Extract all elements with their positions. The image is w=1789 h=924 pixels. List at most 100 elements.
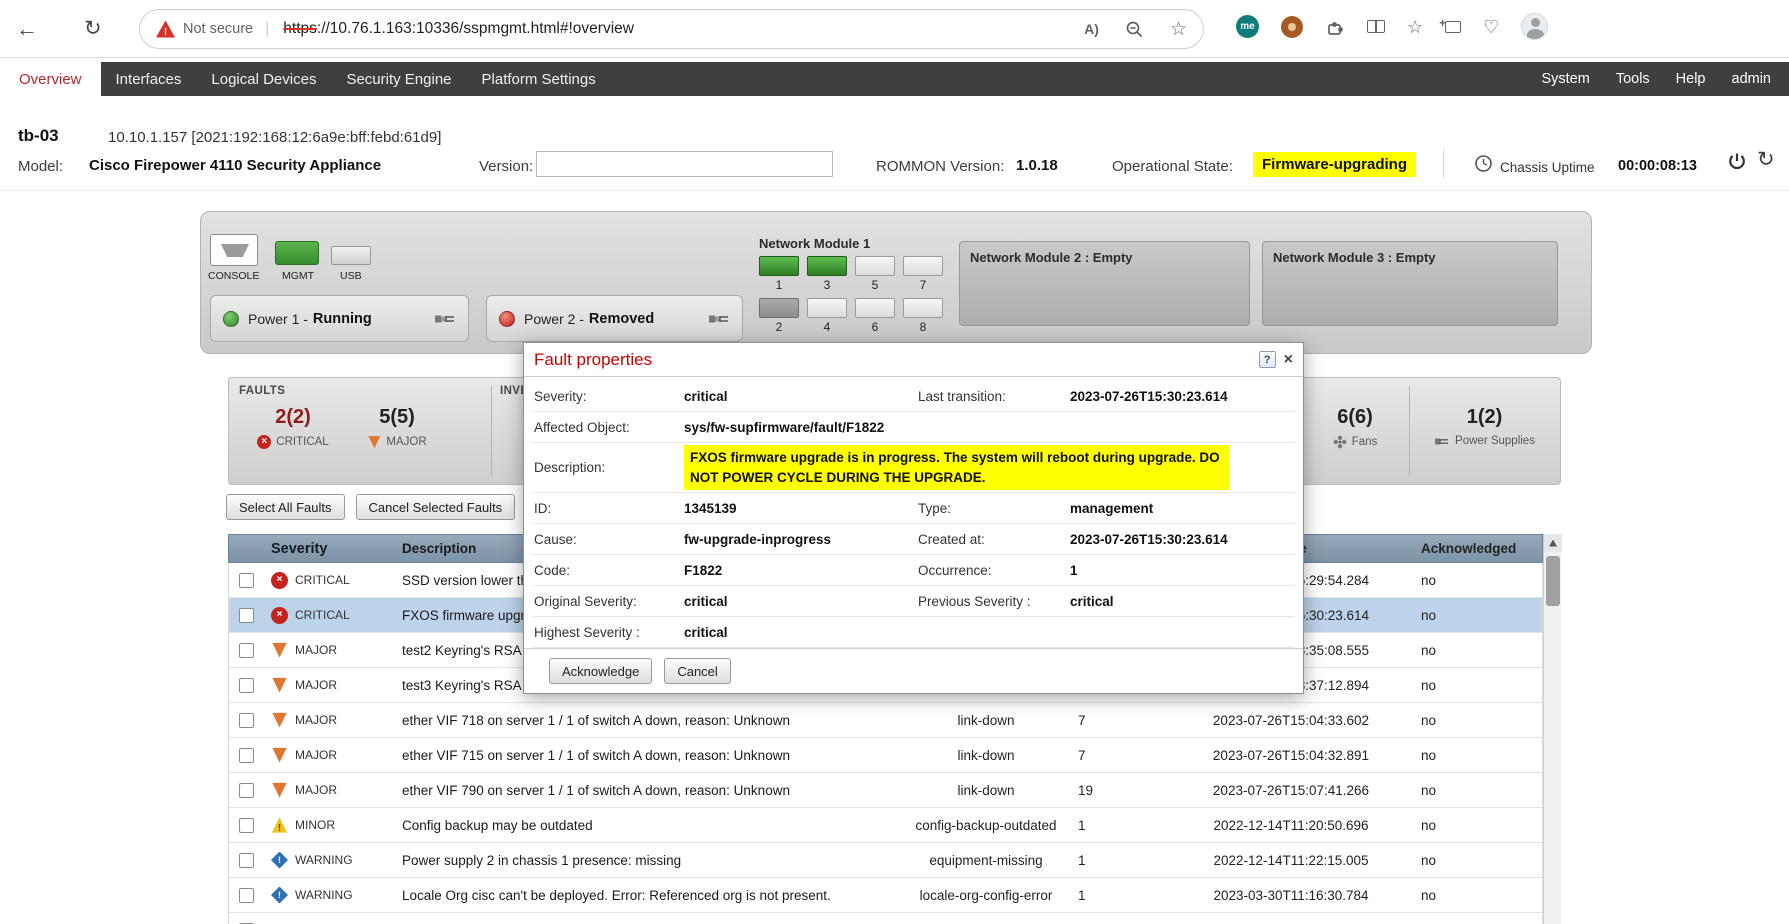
- url-text[interactable]: https://10.76.1.163:10336/sspmgmt.html#!…: [283, 20, 634, 38]
- network-module-2[interactable]: Network Module 2 : Empty: [959, 241, 1250, 326]
- browser-refresh-icon[interactable]: ↻: [84, 16, 102, 42]
- nav-tab-interfaces[interactable]: Interfaces: [101, 62, 197, 96]
- fault-time: [1181, 913, 1401, 924]
- fault-table-row[interactable]: MAJORether VIF 790 on server 1 / 1 of sw…: [229, 773, 1542, 808]
- port-3[interactable]: [807, 256, 847, 276]
- console-port-icon[interactable]: [210, 234, 258, 266]
- fault-occurrence: 7: [1066, 703, 1181, 737]
- nav-admin[interactable]: admin: [1732, 71, 1772, 87]
- select-all-faults-button[interactable]: Select All Faults: [226, 494, 345, 520]
- severity-label: MINOR: [295, 818, 335, 832]
- extension-icon[interactable]: [1281, 16, 1303, 38]
- fault-table-row[interactable]: WARNINGLocale Org cisc can't be deployed…: [229, 878, 1542, 913]
- major-faults-summary[interactable]: 5(5) MAJOR: [351, 406, 443, 449]
- header-severity[interactable]: Severity: [264, 535, 396, 562]
- screen: ← ↻ ! Not secure | https://10.76.1.163:1…: [0, 0, 1789, 924]
- favorite-star-icon[interactable]: ☆: [1170, 18, 1187, 41]
- system-reload-icon[interactable]: ↻: [1757, 147, 1775, 172]
- nav-system[interactable]: System: [1541, 71, 1589, 87]
- fault-table-row[interactable]: WARNINGPower supply 2 in chassis 1 prese…: [229, 843, 1542, 878]
- power-supply-1[interactable]: Power 1 - Running: [210, 295, 469, 342]
- port-6[interactable]: [855, 298, 895, 318]
- fault-table-row[interactable]: [229, 913, 1542, 924]
- row-checkbox[interactable]: [239, 643, 254, 658]
- split-screen-icon[interactable]: [1367, 20, 1385, 33]
- fault-acknowledged: no: [1401, 878, 1542, 912]
- field-label: ID:: [534, 501, 684, 516]
- header-separator-line: [0, 190, 1789, 191]
- nav-tools[interactable]: Tools: [1616, 71, 1650, 87]
- severity-cell: MAJOR: [264, 633, 396, 667]
- fault-field-row: Description:FXOS firmware upgrade is in …: [532, 443, 1295, 493]
- operational-state-value: Firmware-upgrading: [1253, 152, 1416, 177]
- power-button-icon[interactable]: [1727, 151, 1747, 171]
- nav-help[interactable]: Help: [1676, 71, 1706, 87]
- power-supplies-summary[interactable]: 1(2) Power Supplies: [1417, 406, 1552, 447]
- fault-table-row[interactable]: MINORConfig backup may be outdatedconfig…: [229, 808, 1542, 843]
- row-checkbox[interactable]: [239, 608, 254, 623]
- dialog-help-icon[interactable]: ?: [1259, 351, 1276, 368]
- profile-avatar[interactable]: [1521, 13, 1548, 40]
- row-checkbox[interactable]: [239, 888, 254, 903]
- zoom-out-icon[interactable]: [1125, 20, 1144, 39]
- browser-back-icon[interactable]: ←: [16, 16, 38, 42]
- row-checkbox[interactable]: [239, 678, 254, 693]
- header-acknowledged[interactable]: Acknowledged: [1401, 535, 1542, 562]
- row-checkbox[interactable]: [239, 573, 254, 588]
- row-checkbox[interactable]: [239, 818, 254, 833]
- app-nav-bar: OverviewInterfacesLogical DevicesSecurit…: [0, 62, 1789, 96]
- chassis-diagram: CONSOLE MGMT USB Power 1 - Running Power…: [200, 211, 1592, 354]
- network-module-3[interactable]: Network Module 3 : Empty: [1262, 241, 1558, 326]
- port-8[interactable]: [903, 298, 943, 318]
- me-extension-icon[interactable]: me: [1236, 15, 1259, 38]
- header-checkbox-cell: [229, 535, 264, 562]
- usb-label: USB: [340, 270, 362, 282]
- cancel-button[interactable]: Cancel: [664, 658, 730, 684]
- scrollbar-up-arrow-icon[interactable]: [1544, 534, 1562, 552]
- row-checkbox[interactable]: [239, 748, 254, 763]
- url-scheme: https: [283, 20, 317, 37]
- address-bar[interactable]: ! Not secure | https://10.76.1.163:10336…: [139, 9, 1204, 49]
- fans-summary[interactable]: 6(6) Fans: [1309, 406, 1401, 449]
- mgmt-port-icon[interactable]: [275, 241, 319, 265]
- table-scrollbar[interactable]: [1543, 534, 1561, 924]
- browser-essentials-icon[interactable]: ♡: [1483, 17, 1499, 37]
- field-value: fw-upgrade-inprogress: [684, 532, 918, 547]
- port-2[interactable]: [759, 298, 799, 318]
- power-supply-2[interactable]: Power 2 - Removed: [486, 295, 743, 342]
- scrollbar-thumb[interactable]: [1546, 556, 1560, 606]
- severity-label: MAJOR: [295, 678, 337, 692]
- nav-tab-security-engine[interactable]: Security Engine: [331, 62, 466, 96]
- extensions-puzzle-icon[interactable]: [1325, 17, 1345, 37]
- field-label: Previous Severity :: [918, 594, 1070, 609]
- port-1[interactable]: [759, 256, 799, 276]
- fault-table-row[interactable]: MAJORether VIF 718 on server 1 / 1 of sw…: [229, 703, 1542, 738]
- critical-faults-summary[interactable]: 2(2) CRITICAL: [247, 406, 339, 449]
- row-checkbox[interactable]: [239, 783, 254, 798]
- port-7[interactable]: [903, 256, 943, 276]
- row-checkbox[interactable]: [239, 853, 254, 868]
- port-5[interactable]: [855, 256, 895, 276]
- power2-state: Removed: [589, 311, 654, 327]
- favorites-bar-icon[interactable]: ☆: [1407, 17, 1423, 37]
- nav-tab-overview[interactable]: Overview: [0, 62, 101, 96]
- not-secure-label[interactable]: Not secure: [183, 21, 253, 37]
- field-value: FXOS firmware upgrade is in progress. Th…: [684, 445, 1229, 490]
- fault-time: 2022-12-14T11:20:50.696: [1181, 808, 1401, 842]
- nav-tab-logical-devices[interactable]: Logical Devices: [196, 62, 331, 96]
- collections-icon[interactable]: [1445, 21, 1461, 33]
- fault-occurrence: [1066, 913, 1181, 924]
- severity-cell: CRITICAL: [264, 598, 396, 632]
- read-aloud-icon[interactable]: A): [1084, 21, 1099, 37]
- acknowledge-button[interactable]: Acknowledge: [549, 658, 652, 684]
- row-checkbox[interactable]: [239, 713, 254, 728]
- fault-table-row[interactable]: MAJORether VIF 715 on server 1 / 1 of sw…: [229, 738, 1542, 773]
- nav-tab-platform-settings[interactable]: Platform Settings: [467, 62, 611, 96]
- severity-cell: CRITICAL: [264, 563, 396, 597]
- port-4[interactable]: [807, 298, 847, 318]
- cancel-selected-faults-button[interactable]: Cancel Selected Faults: [356, 494, 516, 520]
- dialog-close-icon[interactable]: ×: [1284, 352, 1293, 368]
- fault-field-row: Highest Severity :critical: [532, 617, 1295, 648]
- usb-port-icon[interactable]: [331, 246, 371, 265]
- version-input[interactable]: [536, 151, 833, 177]
